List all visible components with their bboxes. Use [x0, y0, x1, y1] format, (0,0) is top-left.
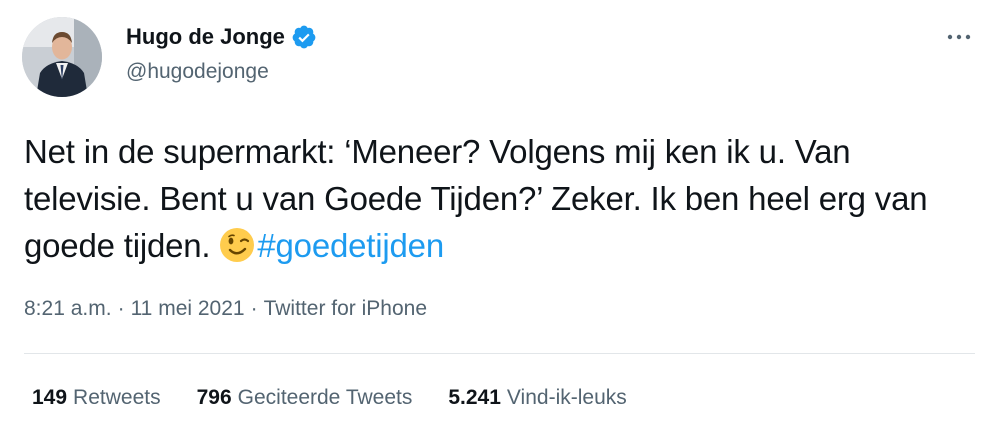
meta-separator: ·: [117, 297, 125, 320]
more-horizontal-icon: [947, 34, 971, 40]
tweet-source[interactable]: Twitter for iPhone: [264, 297, 427, 321]
winking-face-icon: [220, 228, 255, 262]
tweet-time[interactable]: 8:21 a.m.: [24, 297, 112, 321]
tweet-text-body: Net in de supermarkt: ‘Meneer? Volgens m…: [24, 133, 928, 264]
retweets-count: 149: [32, 386, 68, 409]
quote-tweets-stat[interactable]: 796 Geciteerde Tweets: [197, 386, 413, 410]
likes-stat[interactable]: 5.241 Vind-ik-leuks: [448, 386, 626, 410]
quote-tweets-label: Geciteerde Tweets: [237, 386, 413, 409]
retweets-stat[interactable]: 149 Retweets: [32, 386, 161, 410]
display-name[interactable]: Hugo de Jonge: [126, 24, 285, 50]
tweet-stats: 149 Retweets 796 Geciteerde Tweets 5.241…: [32, 386, 627, 410]
author-name-row[interactable]: Hugo de Jonge: [126, 24, 317, 50]
verified-badge-icon: [292, 25, 316, 49]
more-options-button[interactable]: [944, 22, 974, 52]
avatar[interactable]: [22, 17, 102, 97]
meta-separator: ·: [250, 297, 258, 320]
tweet-card: Hugo de Jonge @hugodejonge Net in de sup…: [0, 0, 1000, 442]
hashtag-link[interactable]: #goedetijden: [257, 227, 444, 264]
retweets-label: Retweets: [73, 386, 161, 409]
tweet-meta: 8:21 a.m. · 11 mei 2021 · Twitter for iP…: [24, 297, 427, 321]
avatar-image: [22, 17, 102, 97]
tweet-date[interactable]: 11 mei 2021: [131, 297, 245, 321]
divider: [24, 353, 975, 354]
author-handle[interactable]: @hugodejonge: [126, 60, 269, 84]
quote-tweets-count: 796: [196, 386, 232, 409]
likes-label: Vind-ik-leuks: [506, 386, 627, 409]
likes-count: 5.241: [448, 386, 501, 409]
tweet-text: Net in de supermarkt: ‘Meneer? Volgens m…: [24, 128, 984, 269]
